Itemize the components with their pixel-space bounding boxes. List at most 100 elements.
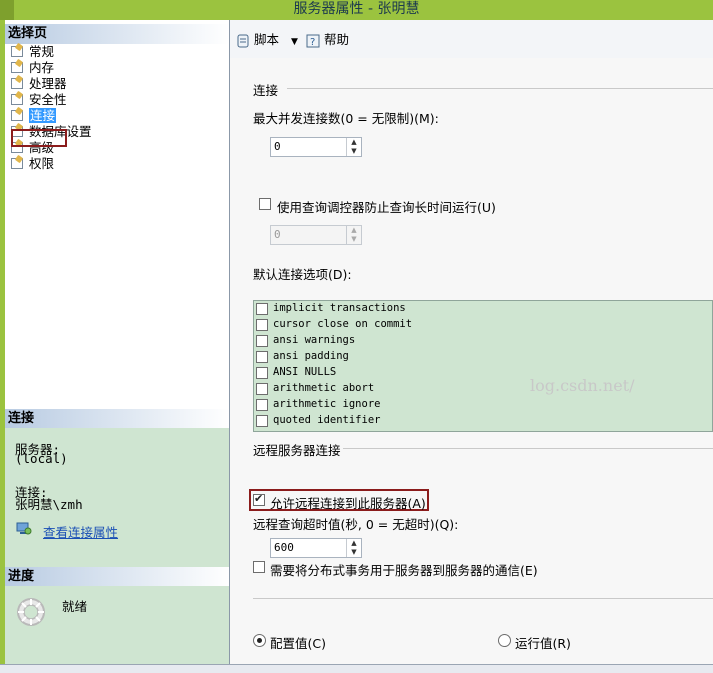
spin-down-icon[interactable]: ▼ — [347, 147, 361, 156]
toolbar: 脚本 ▼ ? 帮助 — [230, 20, 713, 59]
right-panel: 脚本 ▼ ? 帮助 连接 最大并发连接数(0 = 无限制)(M): 0 ▲ ▼ 使… — [230, 20, 713, 664]
allow-remote-label: 允许远程连接到此服务器(A) — [270, 496, 426, 511]
list-item[interactable]: arithmetic ignore — [254, 397, 712, 413]
max-connections-spinner[interactable]: 0 ▲ ▼ — [270, 137, 362, 157]
running-value-radio[interactable] — [498, 634, 511, 647]
option-label: ansi padding — [273, 350, 349, 362]
page-item-label: 内存 — [29, 60, 55, 75]
default-connection-options-list[interactable]: implicit transactions cursor close on co… — [253, 300, 713, 432]
query-governor-value: 0 — [274, 228, 281, 241]
page-item-general[interactable]: 常规 — [9, 44, 224, 60]
server-value: (local) — [15, 451, 68, 466]
remote-timeout-value: 600 — [274, 541, 294, 554]
configured-value-label: 配置值(C) — [270, 636, 326, 651]
remote-timeout-spinner[interactable]: 600 ▲ ▼ — [270, 538, 362, 558]
section-divider — [287, 88, 713, 89]
query-governor-label: 使用查询调控器防止查询长时间运行(U) — [277, 200, 496, 215]
page-item-security[interactable]: 安全性 — [9, 92, 224, 108]
window-title-bar[interactable]: 服务器属性 - 张明慧 — [0, 0, 713, 20]
max-connections-label: 最大并发连接数(0 = 无限制)(M): — [253, 111, 439, 126]
spin-down-icon[interactable]: ▼ — [347, 548, 361, 557]
window-title: 服务器属性 - 张明慧 — [293, 1, 420, 17]
distributed-transactions-checkbox[interactable] — [253, 561, 265, 573]
page-icon — [11, 46, 23, 57]
page-item-label: 处理器 — [29, 76, 67, 91]
page-icon — [11, 78, 23, 89]
option-label: cursor close on commit — [273, 318, 413, 330]
connections-section-title: 连接 — [253, 83, 279, 98]
option-label: ANSI NULLS — [273, 366, 337, 378]
option-label: quoted identifier — [273, 414, 381, 426]
query-governor-checkbox[interactable] — [259, 198, 271, 210]
option-checkbox[interactable] — [256, 319, 268, 331]
progress-area: 就绪 — [5, 586, 229, 664]
default-options-label: 默认连接选项(D): — [253, 267, 352, 282]
distributed-transactions-label: 需要将分布式事务用于服务器到服务器的通信(E) — [270, 563, 538, 578]
selected-page-highlight — [11, 129, 67, 147]
query-governor-spinner: 0 ▲ ▼ — [270, 225, 362, 245]
spin-up-icon: ▲ — [351, 226, 357, 234]
option-label: ansi warnings — [273, 334, 356, 346]
option-label: arithmetic ignore — [273, 398, 381, 410]
progress-status: 就绪 — [62, 599, 88, 614]
option-checkbox[interactable] — [256, 383, 268, 395]
progress-header: 进度 — [5, 567, 229, 587]
page-item-processors[interactable]: 处理器 — [9, 76, 224, 92]
page-item-label: 安全性 — [29, 92, 67, 107]
page-item-connections[interactable]: 连接 — [9, 108, 224, 124]
left-panel: 选择页 常规 内存 处理器 安全性 连接 数据库设置 高级 权限 连接 服务器:… — [5, 20, 230, 664]
list-item[interactable]: implicit transactions — [254, 301, 712, 317]
page-list: 常规 内存 处理器 安全性 连接 数据库设置 高级 权限 — [9, 44, 224, 172]
page-item-label: 权限 — [29, 156, 55, 171]
max-connections-value: 0 — [274, 140, 281, 153]
watermark-text: log.csdn.net/ — [530, 376, 635, 395]
progress-spinner-icon — [15, 596, 47, 628]
section-divider — [343, 448, 713, 449]
chevron-down-icon[interactable]: ▼ — [291, 37, 298, 47]
page-item-memory[interactable]: 内存 — [9, 60, 224, 76]
option-checkbox[interactable] — [256, 399, 268, 411]
allow-remote-checkbox[interactable] — [253, 492, 265, 506]
remote-timeout-label: 远程查询超时值(秒, 0 = 无超时)(Q): — [253, 517, 459, 532]
remote-section-title: 远程服务器连接 — [253, 443, 341, 458]
list-item[interactable]: ansi warnings — [254, 333, 712, 349]
spin-down-icon: ▼ — [351, 235, 357, 243]
help-button[interactable]: ? 帮助 — [306, 31, 349, 49]
list-item[interactable]: cursor close on commit — [254, 317, 712, 333]
configured-value-radio[interactable] — [253, 634, 266, 647]
running-value-label: 运行值(R) — [515, 636, 571, 651]
help-label: 帮助 — [323, 32, 349, 47]
select-page-header: 选择页 — [5, 24, 229, 44]
option-checkbox[interactable] — [256, 303, 268, 315]
connection-value: 张明慧\zmh — [15, 497, 83, 512]
view-connection-properties-link[interactable]: 查看连接属性 — [43, 522, 118, 541]
list-item[interactable]: quoted identifier — [254, 413, 712, 429]
script-button[interactable]: 脚本 ▼ — [236, 31, 298, 49]
page-item-label: 连接 — [29, 108, 57, 123]
option-label: implicit transactions — [273, 302, 406, 314]
page-icon — [11, 62, 23, 73]
page-item-permissions[interactable]: 权限 — [9, 156, 224, 172]
option-checkbox[interactable] — [256, 415, 268, 427]
page-icon — [11, 110, 23, 121]
list-item[interactable]: ansi padding — [254, 349, 712, 365]
connection-header: 连接 — [5, 409, 229, 429]
script-label: 脚本 — [253, 32, 279, 47]
help-icon: ? — [306, 34, 320, 48]
option-checkbox[interactable] — [256, 367, 268, 379]
option-checkbox[interactable] — [256, 335, 268, 347]
script-icon — [236, 34, 250, 48]
spin-up-icon[interactable]: ▲ — [347, 138, 361, 147]
spin-up-icon[interactable]: ▲ — [347, 539, 361, 548]
section-divider — [253, 598, 713, 599]
option-label: arithmetic abort — [273, 382, 375, 394]
list-item[interactable]: arithmetic abort — [254, 381, 712, 397]
option-checkbox[interactable] — [256, 351, 268, 363]
list-item[interactable]: ANSI NULLS — [254, 365, 712, 381]
page-item-label: 常规 — [29, 44, 55, 59]
connection-properties-icon — [16, 522, 32, 536]
connection-info-area: 服务器: (local) 连接: 张明慧\zmh 查看连接属性 — [5, 428, 229, 584]
page-icon — [11, 94, 23, 105]
page-icon — [11, 158, 23, 169]
connections-page-content: 连接 最大并发连接数(0 = 无限制)(M): 0 ▲ ▼ 使用查询调控器防止查询… — [230, 58, 713, 664]
